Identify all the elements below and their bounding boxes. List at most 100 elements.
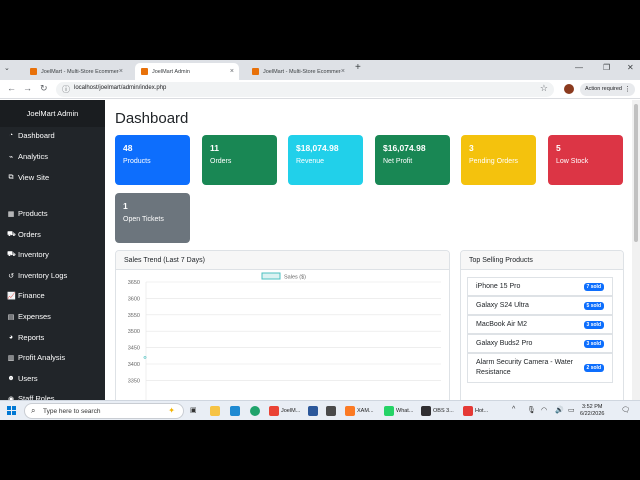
taskbar-app-2[interactable]: What...: [384, 404, 413, 418]
sidebar-item-profit-analysis[interactable]: ▥ Profit Analysis: [7, 353, 65, 362]
sold-count-badge: 3 sold: [583, 339, 604, 348]
tray-overflow-icon[interactable]: ^: [512, 406, 515, 413]
product-name: Galaxy Buds2 Pro: [476, 339, 533, 347]
stat-card-value: 11: [210, 143, 219, 153]
tab-title: JoelMart - Multi-Store Ecommerce: [263, 68, 341, 75]
sidebar-item-users[interactable]: ☻ Users: [7, 374, 38, 383]
sidebar-item-analytics[interactable]: ⌁ Analytics: [7, 152, 48, 161]
legend-label: Sales ($): [284, 275, 306, 281]
taskbar-app-0[interactable]: JoelM...: [269, 404, 300, 418]
list-item[interactable]: iPhone 15 Pro 7 sold: [467, 277, 613, 296]
sidebar-item-view-site[interactable]: ⧉ View Site: [7, 173, 50, 182]
bookmark-star-icon[interactable]: ☆: [540, 83, 548, 94]
close-window-icon[interactable]: ✕: [627, 63, 634, 72]
file-explorer-app[interactable]: [210, 404, 220, 418]
list-item[interactable]: MacBook Air M2 3 sold: [467, 315, 613, 334]
stat-card-value: $18,074.98: [296, 143, 339, 153]
stat-card-value: 1: [123, 201, 128, 211]
stat-card-value: 48: [123, 143, 133, 153]
minimize-icon[interactable]: —: [575, 63, 583, 72]
legend-swatch: [261, 272, 281, 280]
admin-sidebar: JoelMart Admin ◔ Dashboard ⌁ Analytics ⧉ View…: [0, 100, 105, 400]
action-required-button[interactable]: Action required ⋮: [580, 83, 635, 96]
stat-card-value: $16,074.98: [383, 143, 426, 153]
restore-icon[interactable]: ❐: [603, 63, 610, 72]
external-link-icon: ⧉: [8, 173, 14, 181]
address-bar[interactable]: ⓘ localhost/joelmart/admin/index.php ☆: [56, 82, 554, 97]
sold-count-badge: 3 sold: [583, 320, 604, 329]
more-menu-icon[interactable]: ⋮: [624, 83, 631, 96]
web-page: JoelMart Admin ◔ Dashboard ⌁ Analytics ⧉ View…: [0, 100, 640, 400]
taskbar-app-3[interactable]: OBS 3...: [421, 404, 454, 418]
sidebar-item-label: Analytics: [18, 152, 49, 161]
sidebar-item-finance[interactable]: 📈 Finance: [7, 291, 45, 300]
joelmart-favicon-icon: [141, 68, 148, 75]
sidebar-item-inventory[interactable]: ⛟ Inventory: [7, 250, 49, 259]
list-item[interactable]: Alarm Security Camera - Water Resistance…: [467, 353, 613, 383]
taskbar-app-4[interactable]: Hot...: [463, 404, 488, 418]
forward-icon[interactable]: →: [23, 83, 32, 93]
bar-chart-icon: ▥: [7, 354, 15, 362]
taskbar-app-label: XAM...: [357, 408, 374, 414]
stat-card-value: 3: [469, 143, 474, 153]
tab-admin[interactable]: JoelMart Admin ×: [135, 63, 239, 80]
list-item[interactable]: Galaxy Buds2 Pro 3 sold: [467, 334, 613, 353]
taskbar-clock[interactable]: 3:52 PM 6/22/2026: [580, 404, 604, 418]
sidebar-item-inventory-logs[interactable]: ↺ Inventory Logs: [7, 271, 67, 280]
y-tick-label: 3350: [128, 378, 140, 384]
taskbar-app-1[interactable]: XAM...: [345, 404, 374, 418]
windows-taskbar: ⌕ Type here to search ✦ ▣ JoelM... XAM...…: [0, 400, 640, 420]
browser-tab-strip: ⌄ JoelMart - Multi-Store Ecommerce × Joe…: [0, 60, 640, 80]
box-icon: ▦: [7, 210, 15, 218]
microphone-icon[interactable]: 🎙: [527, 406, 536, 414]
page-scrollbar[interactable]: [632, 100, 640, 400]
sidebar-brand[interactable]: JoelMart Admin: [0, 100, 105, 127]
pie-chart-icon: ◕: [8, 334, 14, 341]
calculator-app[interactable]: [326, 404, 336, 418]
sidebar-item-orders[interactable]: ⛟ Orders: [7, 230, 41, 239]
graph-icon: ⌁: [8, 153, 14, 161]
taskbar-search-box[interactable]: ⌕ Type here to search ✦: [24, 403, 184, 419]
speedometer-icon: ◔: [8, 132, 14, 139]
scrollbar-thumb[interactable]: [634, 104, 638, 242]
stat-card-label: Orders: [210, 158, 232, 165]
stat-card-revenue: $18,074.98 Revenue: [288, 135, 363, 185]
tab-list-icon[interactable]: ⌄: [4, 64, 10, 72]
volume-icon[interactable]: 🔊: [555, 406, 564, 414]
edge-app[interactable]: [250, 404, 260, 418]
sold-count-badge: 7 sold: [583, 282, 604, 291]
sidebar-item-dashboard[interactable]: ◔ Dashboard: [7, 131, 55, 140]
close-icon[interactable]: ×: [119, 68, 123, 75]
sidebar-item-label: Users: [18, 374, 38, 383]
app-icon: [421, 406, 431, 416]
sidebar-item-products[interactable]: ▦ Products: [7, 209, 48, 218]
site-info-icon[interactable]: ⓘ: [62, 84, 70, 95]
sidebar-item-label: Expenses: [18, 312, 51, 321]
close-icon[interactable]: ×: [341, 68, 345, 75]
battery-icon[interactable]: ▭: [568, 406, 575, 414]
app-icon: [345, 406, 355, 416]
list-item[interactable]: Galaxy S24 Ultra 5 sold: [467, 296, 613, 315]
tab-storefront-1[interactable]: JoelMart - Multi-Store Ecommerce ×: [24, 63, 128, 80]
product-name: iPhone 15 Pro: [476, 282, 521, 290]
word-app[interactable]: [308, 404, 318, 418]
task-view-icon[interactable]: ▣: [190, 406, 197, 414]
close-icon[interactable]: ×: [230, 68, 234, 75]
windows-start-icon[interactable]: [7, 406, 16, 415]
tab-storefront-2[interactable]: JoelMart - Multi-Store Ecommerce ×: [246, 63, 350, 80]
new-tab-icon[interactable]: +: [355, 62, 361, 73]
vscode-app[interactable]: [230, 404, 240, 418]
taskbar-app-label: OBS 3...: [433, 408, 454, 414]
taskbar-search-placeholder: Type here to search: [43, 408, 101, 415]
back-icon[interactable]: ←: [7, 83, 16, 93]
sidebar-item-label: Products: [18, 209, 48, 218]
notification-icon[interactable]: 🗨: [621, 406, 630, 414]
wifi-icon[interactable]: ◠: [541, 406, 547, 414]
profile-avatar[interactable]: [564, 84, 574, 94]
sidebar-item-expenses[interactable]: ▤ Expenses: [7, 312, 51, 321]
browser-toolbar: ← → ↻ ⓘ localhost/joelmart/admin/index.p…: [0, 80, 640, 99]
sidebar-item-reports[interactable]: ◕ Reports: [7, 333, 44, 342]
reload-icon[interactable]: ↻: [40, 83, 48, 94]
stat-card-label: Low Stock: [556, 158, 589, 165]
clock-time: 3:52 PM: [581, 404, 603, 410]
